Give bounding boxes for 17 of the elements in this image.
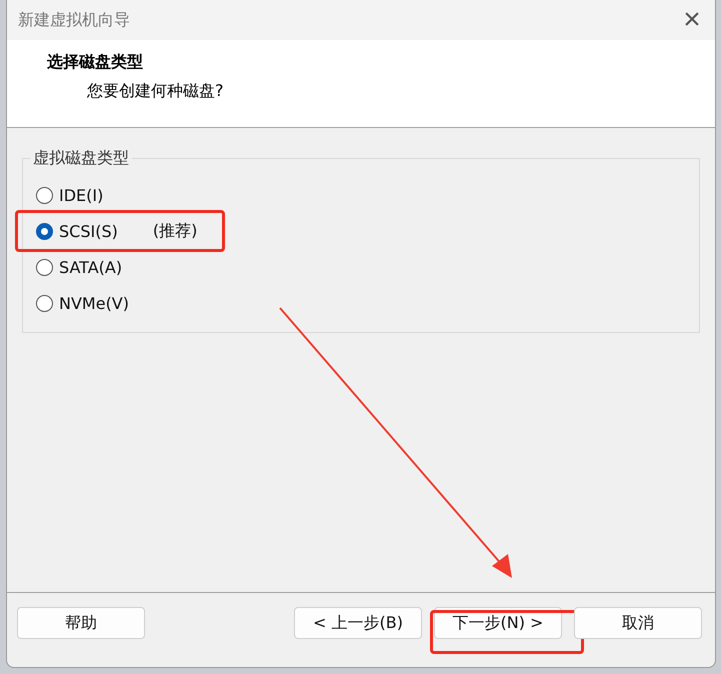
page-subtitle: 您要创建何种磁盘? — [87, 81, 224, 102]
close-button[interactable]: × — [669, 0, 715, 40]
wizard-button[interactable]: < 上一步(B) — [294, 607, 422, 639]
radio-button[interactable] — [36, 222, 53, 240]
radio-option[interactable]: SATA(A) — [36, 258, 122, 276]
wizard-button[interactable]: 下一步(N) > — [434, 607, 562, 639]
radio-button[interactable] — [36, 294, 53, 312]
radio-option[interactable]: NVMe(V) — [36, 294, 129, 312]
radio-button[interactable] — [36, 258, 53, 276]
help-button[interactable]: 帮助 — [17, 607, 145, 639]
radio-option[interactable]: IDE(I) — [36, 186, 104, 204]
recommended-note: (推荐) — [152, 220, 198, 242]
window-title: 新建虚拟机向导 — [18, 10, 130, 30]
radio-button[interactable] — [36, 186, 53, 204]
page-title: 选择磁盘类型 — [47, 52, 144, 73]
radio-option[interactable]: SCSI(S) — [36, 222, 118, 240]
wizard-button[interactable]: 取消 — [574, 607, 702, 639]
